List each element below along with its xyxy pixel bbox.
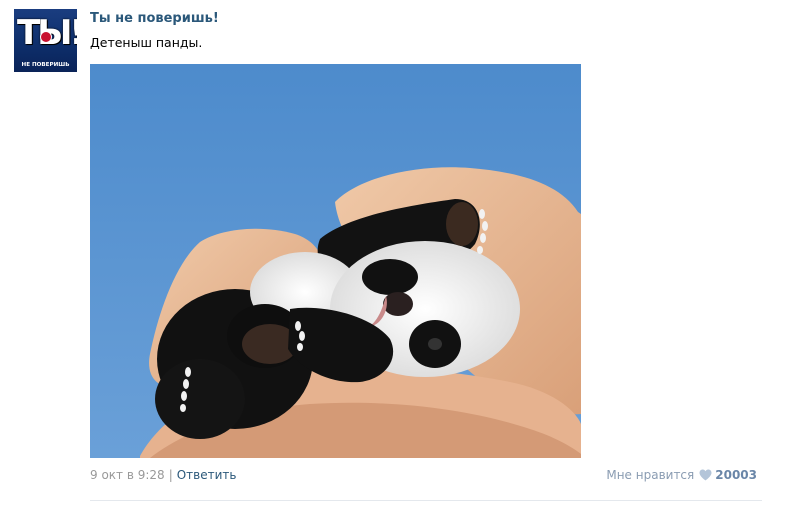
community-avatar[interactable]: ТЫ! НЕ ПОВЕРИШЬ bbox=[14, 9, 77, 72]
like-count: 20003 bbox=[715, 468, 757, 482]
post-author-link[interactable]: Ты не поверишь! bbox=[90, 11, 219, 26]
avatar-sub-text: НЕ ПОВЕРИШЬ bbox=[21, 62, 70, 68]
post-meta: 9 окт в 9:28 | Ответить bbox=[90, 468, 236, 482]
wall-post: ТЫ! НЕ ПОВЕРИШЬ Ты не поверишь! Детеныш … bbox=[0, 0, 800, 506]
like-button[interactable]: Мне нравится 20003 bbox=[606, 468, 757, 482]
reply-link[interactable]: Ответить bbox=[177, 468, 237, 482]
post-text: Детеныш панды. bbox=[90, 35, 203, 50]
post-date[interactable]: 9 окт в 9:28 bbox=[90, 468, 165, 482]
post-photo[interactable] bbox=[90, 64, 581, 458]
avatar-eye-icon bbox=[40, 31, 52, 43]
heart-icon bbox=[699, 469, 712, 481]
post-divider bbox=[90, 500, 762, 501]
meta-separator: | bbox=[168, 468, 173, 482]
panda-cub-photo bbox=[90, 64, 581, 458]
like-label: Мне нравится bbox=[606, 468, 695, 482]
